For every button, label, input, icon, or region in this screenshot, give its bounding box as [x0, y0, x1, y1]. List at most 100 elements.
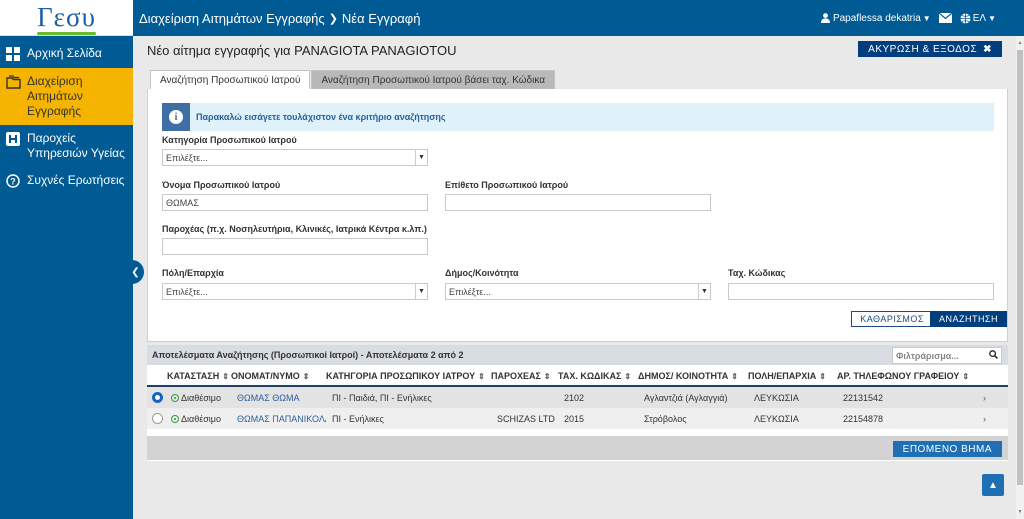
row-radio[interactable]	[151, 413, 163, 424]
next-step-button[interactable]: ΕΠΟΜΕΝΟ ΒΗΜΑ	[892, 441, 1002, 457]
page-title: Νέο αίτημα εγγραφής για PANAGIOTA PANAGI…	[147, 43, 457, 58]
municipality-value: Επιλέξτε...	[449, 286, 491, 297]
sort-icon: ⇕	[478, 372, 485, 381]
column-header-category[interactable]: ΚΑΤΗΓΟΡΙΑ ΠΡΟΣΩΠΙΚΟΥ ΙΑΤΡΟΥ ⇕	[326, 371, 491, 381]
sort-icon: ⇕	[962, 372, 970, 381]
postal-cell: 2015	[564, 413, 585, 424]
mail-button[interactable]	[938, 13, 952, 23]
chevron-left-icon: ❮	[131, 266, 140, 278]
table-row[interactable]: Διαθέσιμο ΘΩΜΑΣ ΠΑΠΑΝΙΚΟΛΑ ΠΙ - Ενήλικες…	[147, 408, 1008, 429]
column-header-status[interactable]: ΚΑΤΑΣΤΑΣΗ ⇕	[167, 371, 231, 381]
globe-icon	[960, 13, 971, 23]
filter-input[interactable]: Φιλτράρισμα...	[892, 347, 1002, 364]
column-header-name[interactable]: ΟΝΟΜΑΤ/ΝΥΜΟ ⇕	[231, 371, 326, 381]
chevron-right-icon[interactable]: ›	[983, 414, 993, 424]
grid-icon	[5, 46, 21, 62]
caret-down-icon: ▼	[922, 13, 931, 23]
sidebar-item-providers[interactable]: Παροχείς Υπηρεσιών Υγείας	[0, 125, 133, 167]
lastname-label: Επίθετο Προσωπικού Ιατρού	[445, 180, 569, 190]
name-cell[interactable]: ΘΩΜΑΣ ΠΑΠΑΝΙΚΟΛΑ	[231, 414, 326, 424]
sort-icon: ⇕	[624, 372, 632, 381]
breadcrumb-item[interactable]: Διαχείριση Αιτημάτων Εγγραφής	[139, 11, 325, 26]
table-header: ΚΑΤΑΣΤΑΣΗ ⇕ ΟΝΟΜΑΤ/ΝΥΜΟ ⇕ ΚΑΤΗΓΟΡΙΑ ΠΡΟΣΩΠ…	[147, 367, 1008, 387]
sidebar-item-home[interactable]: Αρχική Σελίδα	[0, 40, 133, 68]
logo[interactable]: Γεσυ	[0, 0, 133, 36]
status-cell: Διαθέσιμο	[181, 413, 221, 424]
info-text: Παρακαλώ εισάγετε τουλάχιστον ένα κριτήρ…	[196, 112, 446, 122]
search-tabs: Αναζήτηση Προσωπικού Ιατρού Αναζήτηση Πρ…	[150, 70, 556, 90]
scrollbar-thumb[interactable]	[1017, 50, 1023, 485]
sort-icon: ⇕	[222, 372, 229, 381]
city-select[interactable]: Επιλέξτε... ▼	[162, 283, 428, 300]
municipality-select[interactable]: Επιλέξτε... ▼	[445, 283, 711, 300]
firstname-input[interactable]: ΘΩΜΑΣ	[162, 194, 428, 211]
caret-down-icon: ▼	[415, 150, 427, 165]
breadcrumb: Διαχείριση Αιτημάτων Εγγραφής ❯ Νέα Εγγρ…	[133, 11, 420, 26]
postal-input[interactable]	[728, 283, 994, 300]
city-label: Πόλη/Επαρχία	[162, 268, 224, 278]
column-header-postal[interactable]: ΤΑΧ. ΚΩΔΙΚΑΣ ⇕	[558, 371, 638, 381]
tab-postal-search[interactable]: Αναζήτηση Προσωπικού Ιατρού βάσει ταχ. Κ…	[311, 70, 556, 90]
phone-cell: 22131542	[843, 392, 884, 403]
phone-cell: 22154878	[843, 413, 884, 424]
column-header-phone[interactable]: ΑΡ. ΤΗΛΕΦΩΝΟΥ ΓΡΑΦΕΙΟΥ ⇕	[837, 371, 983, 381]
municipality-cell: Στρόβολος	[644, 413, 687, 424]
question-icon: ?	[5, 173, 21, 189]
column-header-city[interactable]: ΠΟΛΗ/ΕΠΑΡΧΙΑ ⇕	[748, 371, 837, 381]
sidebar-item-faq[interactable]: ? Συχνές Ερωτήσεις	[0, 167, 133, 195]
results-header: Αποτελέσματα Αναζήτησης (Προσωπικοί Ιατρ…	[147, 345, 1008, 365]
municipality-cell: Αγλαντζιά (Αγλαγγιά)	[644, 392, 728, 403]
chevron-right-icon: ❯	[328, 12, 338, 25]
sidebar-item-registrations[interactable]: Διαχείριση Αιτημάτων Εγγραφής	[0, 68, 133, 125]
status-cell: Διαθέσιμο	[181, 392, 221, 403]
row-radio[interactable]	[151, 392, 163, 403]
language-label: ΕΛ	[972, 12, 987, 24]
search-icon	[989, 350, 999, 361]
search-panel: i Παρακαλώ εισάγετε τουλάχιστον ένα κριτ…	[147, 89, 1008, 342]
tab-doctor-search[interactable]: Αναζήτηση Προσωπικού Ιατρού	[150, 70, 311, 90]
sidebar-item-label: Παροχείς Υπηρεσιών Υγείας	[27, 131, 125, 160]
svg-text:?: ?	[10, 177, 16, 187]
info-icon: i	[162, 103, 190, 131]
city-cell: ΛΕΥΚΩΣΙΑ	[754, 392, 799, 403]
provider-cell: SCHIZAS LTD	[497, 413, 555, 424]
column-header-municipality[interactable]: ΔΗΜΟΣ/ ΚΟΙΝΟΤΗΤΑ ⇕	[638, 371, 748, 381]
category-cell: ΠΙ - Παιδιά, ΠΙ - Ενήλικες	[332, 392, 432, 403]
hospital-icon	[5, 131, 21, 147]
city-value: Επιλέξτε...	[166, 286, 208, 297]
cancel-exit-label: ΑΚΥΡΩΣΗ & ΕΞΟΔΟΣ	[868, 43, 978, 55]
search-button[interactable]: ΑΝΑΖΗΤΗΣΗ	[929, 311, 1007, 327]
filter-placeholder: Φιλτράρισμα...	[896, 350, 959, 361]
sort-icon: ⇕	[543, 372, 551, 381]
name-cell[interactable]: ΘΩΜΑΣ ΘΩΜΑ	[231, 393, 326, 403]
main-content: Νέο αίτημα εγγραφής για PANAGIOTA PANAGI…	[133, 36, 1015, 519]
caret-down-icon: ▼	[415, 284, 427, 299]
firstname-label: Όνομα Προσωπικού Ιατρού	[162, 180, 281, 190]
scroll-down-icon[interactable]: ▼	[1016, 507, 1024, 517]
user-menu[interactable]: Papaflessa dekatria ▼	[820, 12, 931, 24]
provider-input[interactable]	[162, 238, 428, 255]
scroll-top-button[interactable]: ▲	[982, 474, 1004, 496]
municipality-label: Δήμος/Κοινότητα	[445, 268, 519, 278]
category-value: Επιλέξτε...	[166, 152, 208, 163]
lastname-input[interactable]	[445, 194, 711, 211]
sidebar-item-label: Αρχική Σελίδα	[27, 46, 102, 60]
sidebar-item-label: Διαχείριση Αιτημάτων Εγγραφής	[27, 74, 83, 118]
folder-icon	[5, 74, 21, 90]
column-header-provider[interactable]: ΠΑΡΟΧΕΑΣ ⇕	[491, 371, 558, 381]
clear-button[interactable]: ΚΑΘΑΡΙΣΜΟΣ	[851, 311, 933, 327]
available-icon	[171, 414, 179, 423]
table-row[interactable]: Διαθέσιμο ΘΩΜΑΣ ΘΩΜΑ ΠΙ - Παιδιά, ΠΙ - Ε…	[147, 387, 1008, 408]
city-cell: ΛΕΥΚΩΣΙΑ	[754, 413, 799, 424]
postal-label: Ταχ. Κώδικας	[728, 268, 786, 278]
user-name: Papaflessa dekatria	[832, 12, 921, 24]
language-menu[interactable]: ΕΛ ▼	[960, 13, 996, 24]
scroll-up-icon[interactable]: ▲	[1016, 38, 1024, 48]
category-label: Κατηγορία Προσωπικού Ιατρού	[162, 135, 297, 145]
sort-icon: ⇕	[302, 372, 310, 381]
category-select[interactable]: Επιλέξτε... ▼	[162, 149, 428, 166]
chevron-right-icon[interactable]: ›	[983, 393, 993, 403]
available-icon	[171, 393, 179, 402]
cancel-exit-button[interactable]: ΑΚΥΡΩΣΗ & ΕΞΟΔΟΣ ✖	[858, 41, 1002, 57]
scrollbar[interactable]: ▲ ▼	[1016, 36, 1024, 519]
